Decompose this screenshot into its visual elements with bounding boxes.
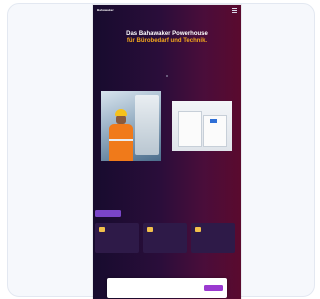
machine-shape (135, 95, 159, 155)
section-cta-button[interactable] (95, 210, 121, 217)
hamburger-menu-icon[interactable] (232, 7, 237, 13)
hero-title-line-1: Das Bahawaker Powerhouse (126, 31, 208, 37)
face-shape (116, 115, 126, 124)
feature-icon (195, 227, 201, 232)
scroll-indicator-icon[interactable] (166, 75, 168, 77)
cookie-accept-button[interactable] (204, 285, 223, 291)
page-preview: Bahawaker Das Bahawaker Powerhouse für B… (93, 5, 241, 299)
feature-icon (99, 227, 105, 232)
hero-title-line-2: für Bürobedarf und Technik. (126, 38, 208, 44)
cookie-banner (107, 278, 227, 298)
helmet-shape (115, 109, 127, 116)
vest-shape (109, 124, 133, 161)
printer-screen (210, 119, 217, 123)
printers-photo (172, 101, 232, 151)
worker-photo (101, 91, 161, 161)
brand-logo[interactable]: Bahawaker (97, 8, 114, 12)
vest-stripe (109, 139, 133, 141)
printer-left (178, 111, 202, 147)
feature-icon (147, 227, 153, 232)
top-navigation: Bahawaker (93, 5, 241, 15)
feature-card[interactable] (95, 223, 139, 253)
hero-title: Das Bahawaker Powerhouse für Bürobedarf … (103, 31, 231, 45)
feature-card[interactable] (191, 223, 235, 253)
feature-card[interactable] (143, 223, 187, 253)
